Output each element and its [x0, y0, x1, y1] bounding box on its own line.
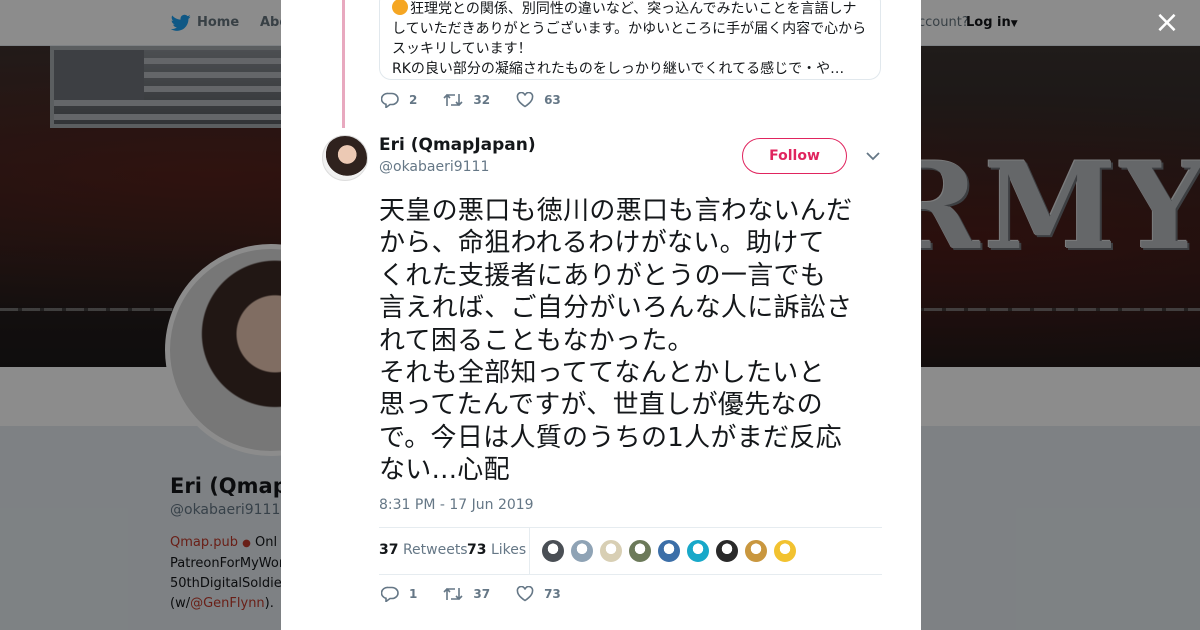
parent-tweet-actions: 2 32 63 [381, 92, 587, 108]
tweet-stats: 37 Retweets 73 Likes [379, 527, 882, 575]
follow-button[interactable]: Follow [742, 138, 847, 174]
liker-avatar[interactable] [599, 539, 623, 563]
liker-avatar[interactable] [541, 539, 565, 563]
retweet-button[interactable]: 37 [443, 586, 490, 602]
tweet-text-line: で。今日は人質のうちの1人がまだ反応 [379, 422, 842, 453]
tweet-text-line: ない...心配 [379, 455, 510, 486]
retweet-icon [443, 587, 463, 601]
liker-avatar[interactable] [715, 539, 739, 563]
tweet-text: 天皇の悪口も徳川の悪口も言わないんだ から、命狙われるわけがない。助けて くれた… [379, 195, 884, 487]
retweet-count: 32 [473, 93, 491, 107]
tweet-timestamp[interactable]: 8:31 PM - 17 Jun 2019 [379, 497, 534, 513]
liker-avatar[interactable] [744, 539, 768, 563]
tweet-text-line: 言えれば、ご自分がいろんな人に訴訟さ [379, 293, 853, 324]
retweet-button[interactable]: 32 [443, 92, 490, 108]
emoji-icon [392, 0, 408, 15]
quoted-text-line: スッキリしています！ [392, 41, 532, 57]
reply-icon [381, 92, 399, 108]
thread-connector-line [342, 0, 345, 128]
liker-avatar[interactable] [686, 539, 710, 563]
likes-stat-label: Likes [490, 542, 527, 558]
tweet-author-avatar[interactable] [322, 135, 368, 181]
tweet-modal: 狂理党との関係、別同性の違いなど、突っ込んでみたいことを言語しナ していただきあ… [281, 0, 921, 630]
reply-button[interactable]: 2 [381, 92, 417, 108]
tweet-text-line: くれた支援者にありがとうの一言でも [379, 260, 827, 291]
likes-stat[interactable]: 73 Likes [467, 542, 526, 558]
tweet-actions: 1 37 73 [381, 586, 587, 602]
retweet-count: 37 [473, 587, 491, 601]
chevron-down-icon[interactable] [865, 148, 881, 164]
tweet-text-line: 天皇の悪口も徳川の悪口も言わないんだ [379, 196, 853, 226]
reply-count: 2 [409, 93, 418, 107]
like-button[interactable]: 73 [516, 586, 561, 602]
like-count: 63 [544, 93, 561, 107]
like-count: 73 [544, 587, 561, 601]
stats-divider [529, 528, 530, 574]
retweets-stat-count: 37 [379, 542, 399, 558]
retweets-stat-label: Retweets [402, 542, 468, 558]
reply-icon [381, 586, 399, 602]
quoted-text-line: 狂理党との関係、別同性の違いなど、突っ込んでみたいことを言語しナ [410, 1, 857, 17]
tweet-author-handle[interactable]: @okabaeri9111 [379, 159, 489, 175]
liker-avatar[interactable] [773, 539, 797, 563]
reply-button[interactable]: 1 [381, 586, 417, 602]
likes-stat-count: 73 [467, 542, 487, 558]
liker-avatar[interactable] [628, 539, 652, 563]
retweets-stat[interactable]: 37 Retweets [379, 542, 468, 558]
liker-avatar[interactable] [570, 539, 594, 563]
tweet-text-line: れて困ることもなかった。 [379, 325, 694, 356]
quoted-text-line: していただきありがとうございます。かゆいところに手が届く内容で心から [392, 21, 867, 37]
heart-icon [516, 586, 534, 602]
reply-count: 1 [409, 587, 418, 601]
close-icon[interactable]: × [1152, 8, 1182, 38]
heart-icon [516, 92, 534, 108]
quoted-text-line: RKの良い部分の凝縮されたものをしっかり継いでくれてる感じで・や… [392, 61, 845, 77]
tweet-text-line: から、命狙われるわけがない。助けて [379, 228, 825, 259]
tweet-text-line: 思ってたんですが、世直しが優先なの [379, 390, 823, 421]
tweet-text-line: それも全部知っててなんとかしたいと [379, 358, 825, 389]
retweet-icon [443, 93, 463, 107]
quoted-tweet-card[interactable]: 狂理党との関係、別同性の違いなど、突っ込んでみたいことを言語しナ していただきあ… [379, 0, 881, 80]
tweet-author-name[interactable]: Eri (QmapJapan) [379, 135, 536, 155]
liker-avatars [541, 539, 802, 563]
liker-avatar[interactable] [657, 539, 681, 563]
like-button[interactable]: 63 [516, 92, 561, 108]
